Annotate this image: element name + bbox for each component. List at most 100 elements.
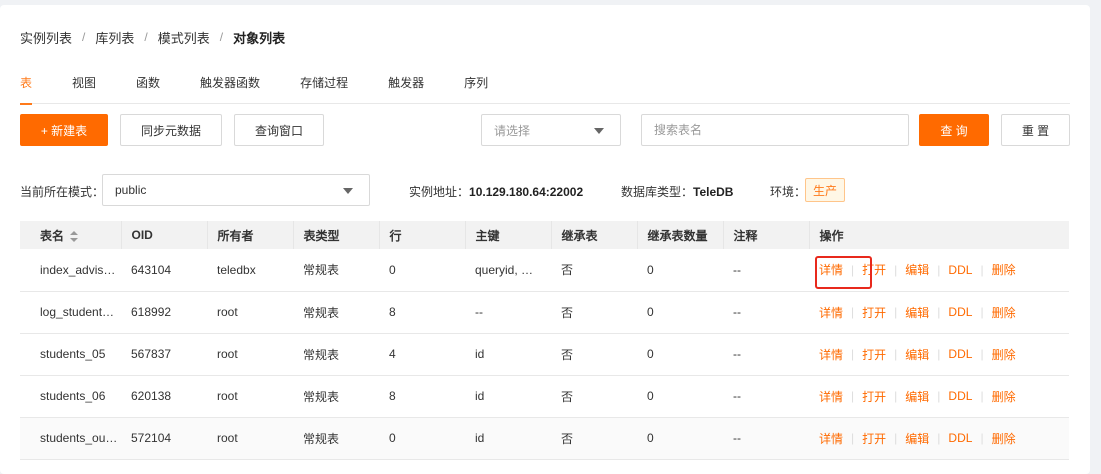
- ddl-link[interactable]: DDL: [948, 389, 972, 403]
- table-row: students_06 620138 root 常规表 8 id 否 0 -- 详情 | 打开 | 编辑 |…: [20, 375, 1069, 418]
- table-row: students_ou… 572104 root 常规表 0 id 否 0 -- 详情 | 打开 | 编辑…: [20, 417, 1069, 460]
- filter-select-placeholder: 请选择: [494, 123, 531, 138]
- edit-link[interactable]: 编辑: [905, 261, 929, 278]
- action-separator: |: [937, 431, 941, 445]
- tab-sequence[interactable]: 序列: [464, 68, 488, 104]
- sync-metadata-button[interactable]: 同步元数据: [120, 114, 222, 146]
- open-link[interactable]: 打开: [862, 261, 886, 278]
- cell-actions: 详情 | 打开 | 编辑 | DDL | 删除: [809, 375, 1069, 418]
- detail-link[interactable]: 详情: [819, 430, 843, 447]
- action-separator: |: [851, 431, 855, 445]
- tab-view[interactable]: 视图: [72, 68, 96, 104]
- table-row: log_student… 618992 root 常规表 8 -- 否 0 -- 详情 | 打开 | 编辑…: [20, 291, 1069, 334]
- header-actions: 操作: [809, 221, 1069, 249]
- cell-table-name: index_advis…: [20, 249, 121, 292]
- query-window-button[interactable]: 查询窗口: [234, 114, 324, 146]
- ddl-link[interactable]: DDL: [948, 431, 972, 445]
- cell-primary-key: id: [465, 333, 551, 376]
- instance-address: 实例地址：10.129.180.64:22002: [409, 183, 583, 200]
- header-owner: 所有者: [207, 221, 294, 249]
- header-table-name[interactable]: 表名: [20, 221, 122, 249]
- ddl-link[interactable]: DDL: [948, 263, 972, 277]
- cell-table-type: 常规表: [293, 333, 379, 376]
- cell-owner: root: [207, 333, 293, 376]
- cell-rows: 8: [379, 375, 465, 418]
- breadcrumb-schema-list[interactable]: 模式列表: [158, 28, 210, 47]
- cell-actions: 详情 | 打开 | 编辑 | DDL | 删除: [809, 249, 1069, 292]
- edit-link[interactable]: 编辑: [905, 304, 929, 321]
- database-type-value: TeleDB: [693, 185, 734, 199]
- table-body: index_advis… 643104 teledbx 常规表 0 queryid, … 否…: [20, 249, 1069, 460]
- cell-inherit-count: 0: [637, 249, 723, 292]
- cell-oid: 572104: [121, 417, 207, 460]
- cell-inherit: 否: [551, 375, 637, 418]
- row-actions: 详情 | 打开 | 编辑 | DDL | 删除: [819, 388, 1069, 405]
- edit-link[interactable]: 编辑: [905, 388, 929, 405]
- tab-function[interactable]: 函数: [136, 68, 160, 104]
- cell-inherit-count: 0: [637, 417, 723, 460]
- row-actions: 详情 | 打开 | 编辑 | DDL | 删除: [819, 304, 1069, 321]
- cell-actions: 详情 | 打开 | 编辑 | DDL | 删除: [809, 417, 1069, 460]
- delete-link[interactable]: 删除: [992, 261, 1016, 278]
- schema-select[interactable]: public: [102, 174, 370, 206]
- breadcrumb-object-list: 对象列表: [233, 30, 286, 46]
- action-separator: |: [980, 262, 984, 277]
- new-table-button[interactable]: + 新建表: [20, 114, 108, 146]
- cell-rows: 4: [379, 333, 465, 376]
- delete-link[interactable]: 删除: [992, 388, 1016, 405]
- tab-trigger[interactable]: 触发器: [388, 68, 424, 104]
- breadcrumb-database-list[interactable]: 库列表: [95, 28, 134, 47]
- reset-button[interactable]: 重 置: [1001, 114, 1070, 146]
- action-separator: |: [980, 431, 984, 445]
- header-primary-key: 主键: [465, 221, 552, 249]
- open-link[interactable]: 打开: [862, 346, 886, 363]
- cell-comment: --: [723, 375, 809, 418]
- chevron-down-icon: [594, 128, 604, 134]
- cell-inherit: 否: [551, 291, 637, 334]
- ddl-link[interactable]: DDL: [948, 347, 972, 361]
- table-header-row: 表名 OID 所有者 表类型 行 主键 继承表 继承表数量 注释 操作: [20, 221, 1069, 249]
- open-link[interactable]: 打开: [862, 430, 886, 447]
- open-link[interactable]: 打开: [862, 304, 886, 321]
- chevron-down-icon: [343, 188, 353, 194]
- edit-link[interactable]: 编辑: [905, 430, 929, 447]
- detail-link[interactable]: 详情: [819, 346, 843, 363]
- object-table: 表名 OID 所有者 表类型 行 主键 继承表 继承表数量 注释 操作 inde…: [20, 221, 1069, 460]
- database-type-label: 数据库类型：: [621, 185, 694, 199]
- filter-select[interactable]: 请选择: [481, 114, 621, 146]
- cell-table-type: 常规表: [293, 249, 379, 292]
- sort-icon[interactable]: [70, 230, 79, 242]
- header-table-name-label: 表名: [40, 228, 65, 243]
- action-separator: |: [894, 262, 898, 277]
- cell-table-name: students_ou…: [20, 417, 121, 460]
- cell-inherit: 否: [551, 333, 637, 376]
- search-input[interactable]: [641, 114, 909, 146]
- breadcrumb-separator: /: [144, 30, 148, 44]
- cell-owner: root: [207, 291, 293, 334]
- query-button[interactable]: 查 询: [919, 114, 989, 146]
- delete-link[interactable]: 删除: [992, 304, 1016, 321]
- breadcrumb-instance-list[interactable]: 实例列表: [20, 28, 72, 47]
- cell-primary-key: id: [465, 417, 551, 460]
- action-separator: |: [980, 305, 984, 319]
- delete-link[interactable]: 删除: [992, 430, 1016, 447]
- action-separator: |: [894, 347, 898, 361]
- detail-link[interactable]: 详情: [819, 304, 843, 321]
- ddl-link[interactable]: DDL: [948, 305, 972, 319]
- tab-procedure[interactable]: 存储过程: [300, 68, 348, 104]
- action-separator: |: [894, 389, 898, 403]
- detail-link[interactable]: 详情: [819, 388, 843, 405]
- delete-link[interactable]: 删除: [992, 346, 1016, 363]
- detail-link[interactable]: 详情: [819, 261, 843, 278]
- cell-primary-key: --: [465, 291, 551, 334]
- cell-table-type: 常规表: [293, 291, 379, 334]
- action-separator: |: [937, 262, 941, 277]
- environment-badge: 生产: [805, 178, 846, 202]
- header-rows: 行: [379, 221, 466, 249]
- tab-table[interactable]: 表: [20, 68, 33, 105]
- header-oid: OID: [121, 221, 208, 249]
- edit-link[interactable]: 编辑: [905, 346, 929, 363]
- tab-trigger-function[interactable]: 触发器函数: [200, 68, 260, 104]
- action-separator: |: [851, 347, 855, 361]
- open-link[interactable]: 打开: [862, 388, 886, 405]
